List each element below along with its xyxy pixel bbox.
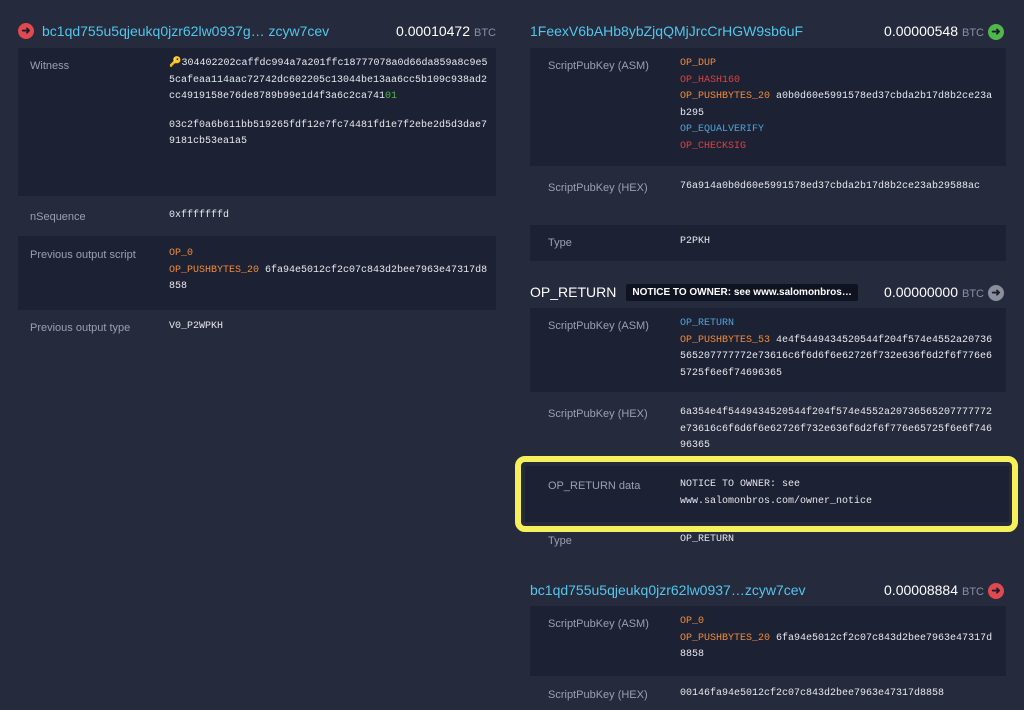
prev-script-op1: OP_PUSHBYTES_20 <box>169 264 260 276</box>
output2-op-pushbytes: OP_PUSHBYTES_53 <box>680 334 771 346</box>
output3-amount: 0.00008884 BTC <box>884 582 984 598</box>
nsequence-label: nSequence <box>30 211 86 223</box>
prev-script-label: Previous output script <box>30 249 136 261</box>
output2-data-line2: www.salomonbros.com/owner_notice <box>680 495 873 507</box>
output1-asm-box: ScriptPubKey (ASM) OP_DUP OP_HASH160 OP_… <box>530 48 1006 166</box>
output1-op-hash160: OP_HASH160 <box>680 74 741 86</box>
output1-hex-value: 76a914a0b0d60e5991578ed37cbda2b17d8b2ce2… <box>680 181 981 192</box>
prev-type-value: V0_P2WPKH <box>169 321 224 332</box>
prev-script-box: Previous output script OP_0 OP_PUSHBYTES… <box>18 236 496 310</box>
output2-data-box: OP_RETURN data NOTICE TO OWNER: see www.… <box>525 466 1009 522</box>
output3-hex-row: ScriptPubKey (HEX) 00146fa94e5012cf2c07c… <box>530 686 1006 706</box>
output1-type-value: P2PKH <box>680 236 711 247</box>
output3-amount-unit: BTC <box>962 586 984 598</box>
output2-asm-box: ScriptPubKey (ASM) OP_RETURN OP_PUSHBYTE… <box>530 308 1006 392</box>
output3-asm-label: ScriptPubKey (ASM) <box>548 618 649 630</box>
output2-type-row: Type OP_RETURN <box>530 532 1006 552</box>
witness-pubkey: 03c2f0a6b611bb519265fdf12e7fc74481fd1e7f… <box>169 119 488 148</box>
output2-title: OP_RETURN <box>530 284 617 300</box>
prev-script-value: OP_0 OP_PUSHBYTES_20 6fa94e5012cf2c07c84… <box>169 246 488 296</box>
output2-type-value: OP_RETURN <box>680 534 735 545</box>
output3-address-link[interactable]: bc1qd755u5qjeukq0jzr62lw0937…zcyw7cev <box>530 582 806 598</box>
prev-type-label: Previous output type <box>30 322 131 334</box>
output1-op-pushbytes: OP_PUSHBYTES_20 <box>680 91 771 102</box>
output2-asm-label: ScriptPubKey (ASM) <box>548 320 649 332</box>
output1-op-checksig: OP_CHECKSIG <box>680 140 747 152</box>
output2-type-label: Type <box>548 535 572 547</box>
input-address-link[interactable]: bc1qd755u5qjeukq0jzr62lw0937g… zcyw7cev <box>42 23 329 39</box>
prev-script-op0: OP_0 <box>169 248 194 259</box>
output3-op-pushbytes: OP_PUSHBYTES_20 <box>680 632 771 644</box>
output2-hex-value: 6a354e4f5449434520544f204f574e4552a20736… <box>680 407 993 451</box>
output2-asm-value: OP_RETURN OP_PUSHBYTES_53 4e4f5449434520… <box>680 316 998 382</box>
input-amount-unit: BTC <box>474 27 496 39</box>
arrow-circle-red-icon[interactable]: ➜ <box>18 23 34 39</box>
output2-amount-unit: BTC <box>962 288 984 300</box>
output2-amount: 0.00000000 BTC <box>884 284 984 300</box>
output1-amount: 0.00000548 BTC <box>884 23 984 39</box>
input-column: ➜ bc1qd755u5qjeukq0jzr62lw0937g… zcyw7ce… <box>18 0 496 334</box>
output3-op0: OP_0 <box>680 616 705 627</box>
output1-asm-value: OP_DUP OP_HASH160 OP_PUSHBYTES_20 a0b0d6… <box>680 56 998 155</box>
output2-op-return: OP_RETURN <box>680 318 735 329</box>
output1-hex-label: ScriptPubKey (HEX) <box>548 182 648 194</box>
output2-amount-value: 0.00000000 <box>884 284 958 300</box>
output1-type-box: Type P2PKH <box>530 225 1006 261</box>
output1-hex-row: ScriptPubKey (HEX) 76a914a0b0d60e5991578… <box>530 176 1006 216</box>
output2-hex-row: ScriptPubKey (HEX) 6a354e4f5449434520544… <box>530 402 1006 458</box>
output1-amount-value: 0.00000548 <box>884 23 958 39</box>
prev-type-row: Previous output type V0_P2WPKH <box>18 319 496 339</box>
arrow-circle-red-icon[interactable]: ➜ <box>988 583 1004 599</box>
output2-data-line1: NOTICE TO OWNER: see <box>680 479 801 490</box>
witness-box: Witness 🔑304402202caffdc994a7a201ffc1877… <box>18 48 496 196</box>
output3-asm-box: ScriptPubKey (ASM) OP_0 OP_PUSHBYTES_20 … <box>530 606 1006 676</box>
output1-type-label: Type <box>548 237 572 249</box>
key-icon: 🔑 <box>169 58 182 69</box>
witness-sighash: 01 <box>385 91 398 102</box>
input-amount-value: 0.00010472 <box>396 23 470 39</box>
output1-address-link[interactable]: 1FeexV6bAHb8ybZjqQMjJrcCrHGW9sb6uF <box>530 23 803 39</box>
output3-hex-label: ScriptPubKey (HEX) <box>548 689 648 701</box>
output3-amount-value: 0.00008884 <box>884 582 958 598</box>
output1-asm-label: ScriptPubKey (ASM) <box>548 60 649 72</box>
witness-signature: 304402202caffdc994a7a201ffc18777078a0d66… <box>169 58 488 102</box>
output2-notice-tag: NOTICE TO OWNER: see www.salomonbros… <box>626 283 858 301</box>
output2-data-label: OP_RETURN data <box>548 480 641 492</box>
witness-value: 🔑304402202caffdc994a7a201ffc18777078a0d6… <box>169 56 488 151</box>
output2-data-value: NOTICE TO OWNER: see www.salomonbros.com… <box>680 477 1001 510</box>
nsequence-value: 0xfffffffd <box>169 210 230 221</box>
outputs-column: 1FeexV6bAHb8ybZjqQMjJrcCrHGW9sb6uF 0.000… <box>515 0 1018 701</box>
witness-label: Witness <box>30 60 70 72</box>
arrow-circle-gray-icon[interactable]: ➜ <box>988 285 1004 301</box>
output3-asm-value: OP_0 OP_PUSHBYTES_20 6fa94e5012cf2c07c84… <box>680 614 998 664</box>
output1-amount-unit: BTC <box>962 27 984 39</box>
output1-op-dup: OP_DUP <box>680 58 717 69</box>
nsequence-row: nSequence 0xfffffffd <box>18 208 496 228</box>
output3-hex-value: 00146fa94e5012cf2c07c843d2bee7963e47317d… <box>680 688 945 699</box>
input-amount: 0.00010472 BTC <box>396 23 496 39</box>
arrow-circle-green-icon[interactable]: ➜ <box>988 24 1004 40</box>
output1-op-equalverify: OP_EQUALVERIFY <box>680 124 765 135</box>
output2-hex-label: ScriptPubKey (HEX) <box>548 408 648 420</box>
